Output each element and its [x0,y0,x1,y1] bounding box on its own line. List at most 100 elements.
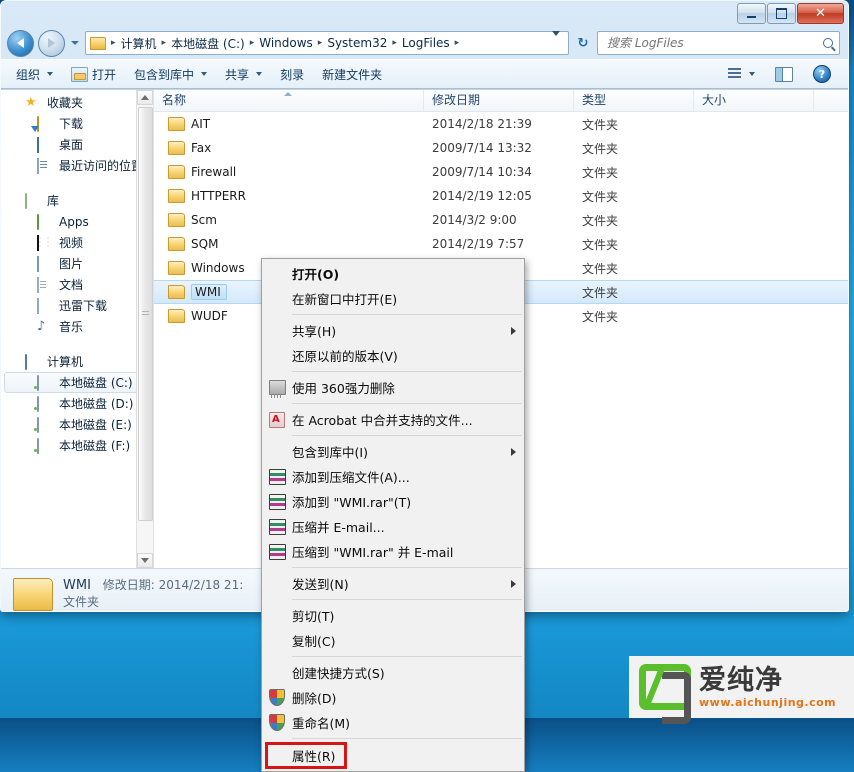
sidebar-item-recent-places[interactable]: 最近访问的位置 [1,155,153,176]
open-button[interactable]: 打开 [62,63,125,86]
table-row[interactable]: Scm 2014/3/2 9:00 文件夹 [154,208,848,232]
table-row[interactable]: HTTPERR 2014/2/19 12:05 文件夹 [154,184,848,208]
burn-button[interactable]: 刻录 [271,63,313,86]
menu-item-send-to[interactable]: 发送到(N) [262,571,524,596]
forward-button[interactable] [38,29,65,57]
breadcrumb[interactable]: ▸ 计算机 ▸ 本地磁盘 (C:) ▸ Windows ▸ System32 ▸… [85,31,569,55]
breadcrumb-item-windows[interactable]: Windows [257,34,315,52]
nav-header-computer[interactable]: 计算机 [1,351,153,372]
include-in-library-button[interactable]: 包含到库中 [125,63,216,86]
search-box[interactable] [597,31,840,55]
preview-pane-button[interactable] [766,64,802,85]
winrar-icon [268,543,286,560]
nav-header-favorites[interactable]: ★ 收藏夹 [1,92,153,113]
breadcrumb-item-logfiles[interactable]: LogFiles [400,34,452,52]
share-label: 共享 [225,67,250,82]
menu-item-label: 打开(O) [292,267,340,282]
close-button[interactable]: ✕ [797,3,844,24]
table-row[interactable]: AIT 2014/2/18 21:39 文件夹 [154,112,848,136]
menu-item-label: 复制(C) [292,634,336,649]
breadcrumb-item-computer[interactable]: 计算机 [119,33,159,54]
recent-pages-icon[interactable] [71,41,79,45]
back-button[interactable] [7,29,34,57]
menu-item-compress-to-wmi-rar-and-email[interactable]: 压缩到 "WMI.rar" 并 E-mail [262,539,524,564]
menu-item-open[interactable]: 打开(O) [262,261,524,286]
menu-separator [292,435,522,436]
column-header-date[interactable]: 修改日期 [424,90,574,111]
menu-item-include-in-library[interactable]: 包含到库中(I) [262,439,524,464]
preview-pane-icon [775,66,793,82]
breadcrumb-item-drive-c[interactable]: 本地磁盘 (C:) [169,33,247,54]
menu-item-label: 压缩到 "WMI.rar" 并 E-mail [292,545,454,560]
file-type-cell: 文件夹 [582,141,619,156]
scrollbar-thumb[interactable] [138,107,153,521]
sidebar-item-drive-d[interactable]: 本地磁盘 (D:) [1,393,153,414]
menu-icon-slot [262,628,292,653]
new-folder-button[interactable]: 新建文件夹 [313,63,391,86]
minimize-button[interactable] [737,3,766,24]
sidebar-item-drive-e[interactable]: 本地磁盘 (E:) [1,414,153,435]
sidebar-item-videos[interactable]: 视频 [1,232,153,253]
sidebar-item-desktop[interactable]: 桌面 [1,134,153,155]
view-options-button[interactable] [719,65,764,83]
nav-header-libraries[interactable]: 库 [1,190,153,211]
sidebar-item-label: Apps [59,214,89,229]
refresh-button[interactable]: ↻ [573,32,593,54]
table-row[interactable]: Fax 2009/7/14 13:32 文件夹 [154,136,848,160]
nav-header-label: 库 [47,194,60,208]
sidebar-item-drive-f[interactable]: 本地磁盘 (F:) [1,435,153,456]
menu-item-share[interactable]: 共享(H) [262,318,524,343]
table-row[interactable]: Firewall 2009/7/14 10:34 文件夹 [154,160,848,184]
menu-item-compress-and-email[interactable]: 压缩并 E-mail... [262,514,524,539]
file-name: WMI [191,284,227,300]
sidebar-item-downloads[interactable]: 下载 [1,113,153,134]
folder-icon [168,117,185,131]
scroll-up-button[interactable] [137,90,153,105]
column-header-type[interactable]: 类型 [574,90,694,111]
sidebar-item-apps[interactable]: Apps [1,211,153,232]
winrar-icon [268,518,286,535]
sidebar-item-label: 视频 [59,236,84,250]
navigation-scrollbar[interactable] [136,90,153,568]
sidebar-item-documents[interactable]: 文档 [1,274,153,295]
scroll-down-button[interactable] [137,553,153,568]
maximize-button[interactable] [767,3,796,24]
menu-item-add-to-wmi-rar[interactable]: 添加到 "WMI.rar"(T) [262,489,524,514]
share-button[interactable]: 共享 [216,63,271,86]
desktop-icon [37,136,53,153]
menu-item-copy[interactable]: 复制(C) [262,628,524,653]
menu-item-properties[interactable]: 属性(R) [262,742,524,769]
menu-item-delete[interactable]: 删除(D) [262,685,524,710]
sidebar-item-music[interactable]: ♪ 音乐 [1,316,153,337]
nav-group-computer: 计算机 本地磁盘 (C:) 本地磁盘 (D:) 本地磁盘 (E:) 本地磁盘 (… [1,351,153,456]
menu-item-create-shortcut[interactable]: 创建快捷方式(S) [262,660,524,685]
column-header-size[interactable]: 大小 [694,90,814,111]
command-toolbar: 组织 打开 包含到库中 共享 刻录 新建文件夹 ? [1,59,848,89]
menu-item-label: 共享(H) [292,324,337,339]
breadcrumb-dropdown-button[interactable] [546,31,566,50]
file-date-cell: 2014/2/18 21:39 [432,117,532,131]
menu-item-rename[interactable]: 重命名(M) [262,710,524,735]
sidebar-item-label: 文档 [59,278,84,292]
menu-item-open-new-window[interactable]: 在新窗口中打开(E) [262,286,524,311]
sidebar-item-thunder-download[interactable]: 迅雷下载 [1,295,153,316]
breadcrumb-item-system32[interactable]: System32 [325,34,389,52]
sidebar-item-drive-c[interactable]: 本地磁盘 (C:) [4,372,149,393]
column-header-name[interactable]: 名称 [154,90,424,111]
file-name: AIT [191,117,211,131]
menu-item-restore-previous-versions[interactable]: 还原以前的版本(V) [262,343,524,368]
table-row[interactable]: SQM 2014/2/19 7:57 文件夹 [154,232,848,256]
chevron-down-icon [201,72,208,76]
organize-button[interactable]: 组织 [7,63,62,86]
menu-item-cut[interactable]: 剪切(T) [262,603,524,628]
menu-item-acrobat-combine[interactable]: 在 Acrobat 中合并支持的文件... [262,407,524,432]
menu-item-360-force-delete[interactable]: 使用 360强力删除 [262,375,524,400]
menu-item-add-to-archive[interactable]: 添加到压缩文件(A)... [262,464,524,489]
sidebar-item-pictures[interactable]: 图片 [1,253,153,274]
help-button[interactable]: ? [804,62,840,86]
file-type-cell: 文件夹 [582,213,619,228]
file-type-cell: 文件夹 [582,189,619,204]
menu-icon-slot [262,286,292,311]
menu-icon-slot [262,743,292,768]
search-input[interactable] [605,35,823,51]
